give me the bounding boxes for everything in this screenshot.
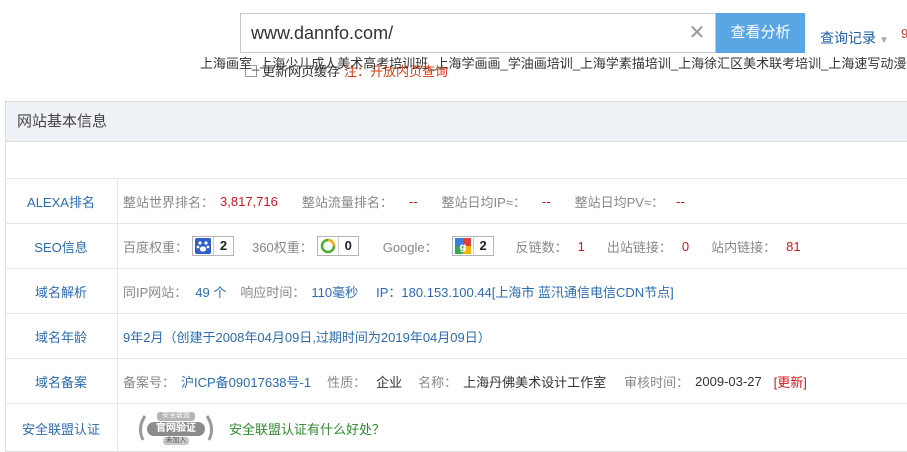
- dns-row: 域名解析 同IP网站： 49 个 响应时间： 110毫秒 IP：180.153.…: [5, 269, 907, 314]
- site-title-row: [5, 141, 907, 179]
- response-time-value: 110毫秒: [311, 284, 359, 300]
- baidu-weight-badge[interactable]: 2: [192, 236, 235, 256]
- backlinks-value: 1: [577, 238, 585, 254]
- svg-text:g: g: [459, 242, 466, 253]
- panel-title: 网站基本信息: [6, 102, 907, 142]
- dns-content: 同IP网站： 49 个 响应时间： 110毫秒 IP：180.153.100.4…: [123, 269, 674, 313]
- s360-weight-label: 360权重：: [252, 239, 313, 255]
- s360-weight-value: 0: [337, 237, 358, 255]
- world-rank-value: 3,817,716: [220, 193, 278, 209]
- security-content: 安全联盟 官网验证 未加入 安全联盟认证有什么好处？: [123, 404, 385, 452]
- icp-row: 域名备案 备案号： 沪ICP备09017638号-1 性质： 企业 名称： 上海…: [5, 359, 907, 404]
- backlinks-label: 反链数：: [515, 239, 568, 255]
- traffic-rank-label: 整站流量排名：: [301, 194, 393, 210]
- seal-bottom-text: 未加入: [165, 437, 187, 444]
- clear-icon[interactable]: ✕: [687, 23, 707, 43]
- response-time-label: 响应时间：: [240, 284, 306, 300]
- seo-row: SEO信息 百度权重： 2 360权重： 0 Google： g 2 反链数： …: [5, 224, 907, 269]
- google-g-icon: g: [453, 237, 473, 255]
- icp-audit-value: 2009-03-27: [695, 373, 762, 389]
- edge-fragment: 9: [901, 26, 907, 41]
- icp-name-value: 上海丹佛美术设计工作室: [463, 374, 607, 390]
- icp-refresh-link[interactable]: [更新]: [774, 372, 807, 391]
- alexa-row: ALEXA排名 整站世界排名： 3,817,716 整站流量排名： -- 整站日…: [5, 179, 907, 224]
- security-row: 安全联盟认证 安全联盟 官网验证 未加入 安全联盟认证有什么好处？: [5, 404, 907, 452]
- same-ip-value[interactable]: 49 个: [195, 282, 226, 301]
- search-input[interactable]: [241, 14, 681, 52]
- world-rank-label: 整站世界排名：: [123, 194, 215, 210]
- outlinks-value: 0: [681, 238, 690, 254]
- google-label: Google：: [382, 239, 438, 255]
- inlinks-value: 81: [786, 238, 801, 254]
- alexa-label[interactable]: ALEXA排名: [5, 179, 118, 223]
- icp-name-label: 名称：: [418, 374, 458, 390]
- history-label: 查询记录: [820, 30, 876, 46]
- history-dropdown[interactable]: 查询记录 ▼: [820, 28, 889, 48]
- seal-main-text: 官网验证: [156, 423, 196, 434]
- baidu-weight-value: 2: [213, 237, 233, 255]
- daily-ip-value: --: [541, 193, 551, 209]
- analyze-button[interactable]: 查看分析: [716, 13, 805, 53]
- daily-pv-label: 整站日均PV≈：: [574, 194, 665, 210]
- same-ip-label: 同IP网站：: [123, 284, 188, 300]
- icp-audit-label: 审核时间：: [624, 374, 690, 390]
- icp-number-link[interactable]: 沪ICP备09017638号-1: [181, 372, 311, 391]
- baidu-weight-label: 百度权重：: [123, 239, 189, 255]
- dns-label[interactable]: 域名解析: [5, 269, 118, 313]
- alexa-content: 整站世界排名： 3,817,716 整站流量排名： -- 整站日均IP≈： --…: [123, 179, 699, 223]
- baidu-paw-icon: [193, 237, 213, 255]
- domain-age-value: 9年2月（创建于2008年04月09日,过期时间为2019年04月09日）: [123, 329, 491, 345]
- google-value: 2: [472, 237, 493, 255]
- s360-ring-icon: [318, 237, 338, 255]
- security-seal[interactable]: 安全联盟 官网验证 未加入: [133, 410, 219, 446]
- icp-number-label: 备案号：: [123, 374, 176, 390]
- traffic-rank-value: --: [408, 193, 418, 209]
- domain-age-row: 域名年龄 9年2月（创建于2008年04月09日,过期时间为2019年04月09…: [5, 314, 907, 359]
- ip-location-link[interactable]: IP：180.153.100.44[上海市 蓝汛通信电信CDN节点]: [376, 282, 674, 301]
- s360-weight-badge[interactable]: 0: [316, 236, 359, 256]
- seal-top-text: 安全联盟: [162, 412, 190, 419]
- icp-nature-value: 企业: [376, 374, 403, 390]
- seo-content: 百度权重： 2 360权重： 0 Google： g 2 反链数： 1 出站链接…: [123, 224, 801, 268]
- daily-ip-label: 整站日均IP≈：: [441, 194, 526, 210]
- outlinks-label: 出站链接：: [606, 239, 672, 255]
- search-box: ✕: [240, 13, 716, 53]
- google-badge[interactable]: g 2: [451, 236, 494, 256]
- seo-label[interactable]: SEO信息: [5, 224, 118, 268]
- icp-nature-label: 性质：: [327, 374, 367, 390]
- chevron-down-icon: ▼: [879, 35, 889, 46]
- security-benefit-link[interactable]: 安全联盟认证有什么好处？: [229, 419, 385, 438]
- security-label[interactable]: 安全联盟认证: [5, 404, 118, 452]
- icp-label[interactable]: 域名备案: [5, 359, 118, 403]
- inlinks-label: 站内链接：: [711, 239, 777, 255]
- site-title-text: 上海画室_上海少儿成人美术高考培训班_上海学画画_学油画培训_上海学素描培训_上…: [200, 56, 907, 71]
- icp-content: 备案号： 沪ICP备09017638号-1 性质： 企业 名称： 上海丹佛美术设…: [123, 359, 807, 403]
- domain-age-label[interactable]: 域名年龄: [5, 314, 118, 358]
- domain-age-content: 9年2月（创建于2008年04月09日,过期时间为2019年04月09日）: [123, 314, 491, 358]
- daily-pv-value: --: [676, 193, 685, 209]
